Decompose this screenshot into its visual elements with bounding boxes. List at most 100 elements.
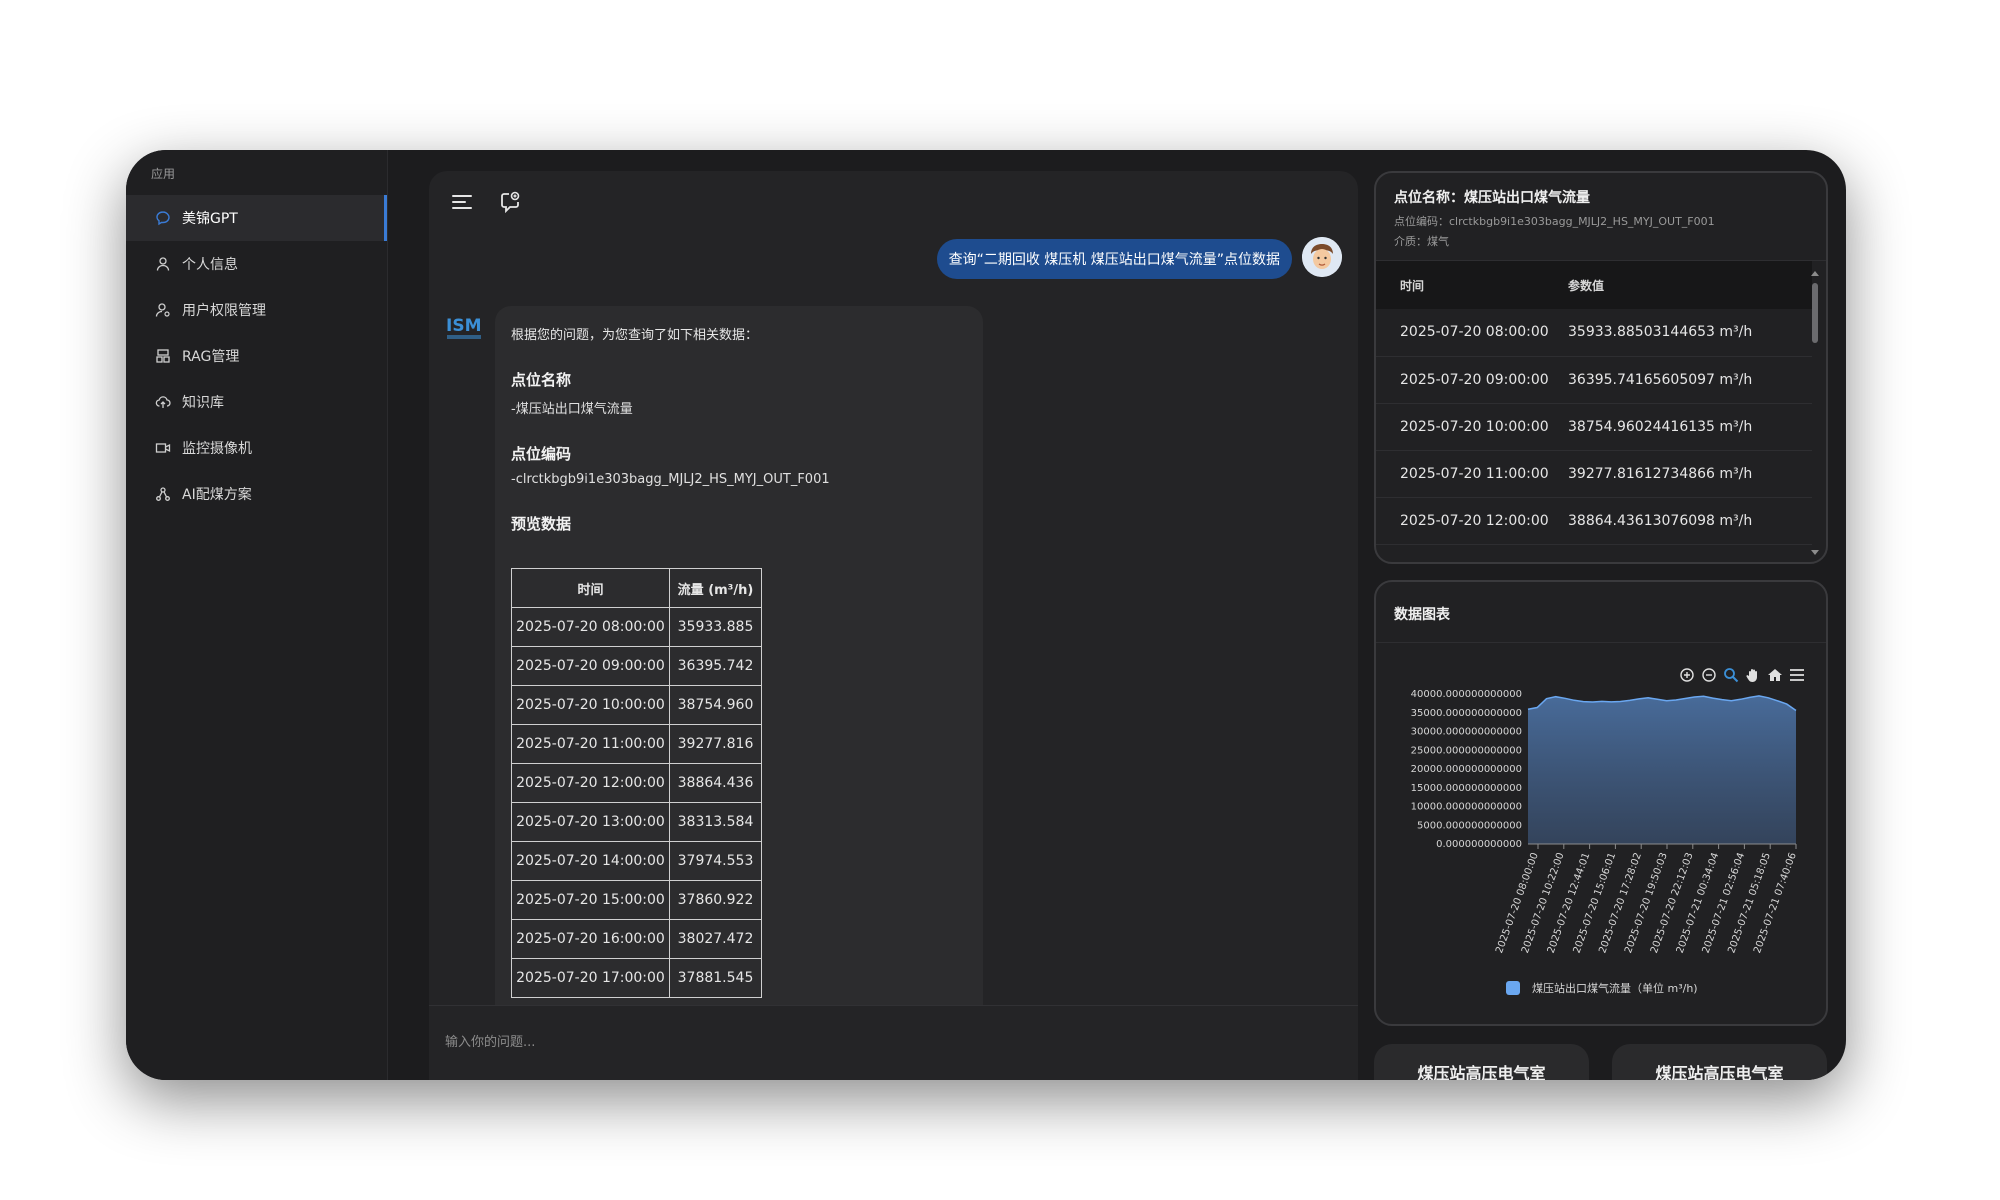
- sidebar-item-label: RAG管理: [182, 349, 240, 365]
- point-info-medium: 介质：煤气: [1394, 235, 1449, 248]
- table-row: 2025-07-20 14:00:00 37974.553: [511, 841, 762, 881]
- sidebar-item-label: 用户权限管理: [182, 303, 266, 319]
- sidebar-item-ai-coal-blending[interactable]: AI配煤方案: [126, 471, 387, 517]
- sidebar-item-label: AI配煤方案: [182, 487, 252, 503]
- series-area: [1528, 695, 1796, 844]
- cell-value: 38027.472: [669, 919, 762, 959]
- y-tick-label: 15000.000000000000: [1411, 783, 1522, 794]
- table-row: 2025-07-20 09:00:00 36395.74165605097 m³/…: [1376, 356, 1812, 404]
- new-chat-button[interactable]: [497, 189, 523, 215]
- room-button-1[interactable]: 煤压站高压电气室: [1374, 1044, 1589, 1080]
- user-icon: [154, 255, 172, 273]
- chat-icon: [154, 209, 172, 227]
- table-scrollbar[interactable]: [1810, 269, 1820, 557]
- cell-time: 2025-07-20 13:00:00: [511, 802, 670, 842]
- sidebar-item-label: 个人信息: [182, 257, 238, 273]
- legend-label: 煤压站出口煤气流量（单位 m³/h): [1532, 982, 1698, 995]
- table-header-time: 时间: [1376, 261, 1556, 309]
- table-row: 2025-07-20 12:00:00 38864.436: [511, 763, 762, 803]
- camera-icon: [154, 439, 172, 457]
- point-info-title: 点位名称：煤压站出口煤气流量: [1394, 190, 1590, 206]
- cell-value: 38864.43613076098 m³/h: [1556, 497, 1812, 545]
- y-tick-label: 30000.000000000000: [1411, 727, 1522, 738]
- y-tick-label: 35000.000000000000: [1411, 708, 1522, 719]
- point-info-header: 点位名称：煤压站出口煤气流量 点位编码：clrctkbgb9i1e303bagg…: [1376, 173, 1826, 261]
- point-name-value: -煤压站出口煤气流量: [511, 402, 633, 417]
- table-row: 2025-07-20 15:00:00 37860.922: [511, 880, 762, 920]
- assistant-message-bubble: 根据您的问题，为您查询了如下相关数据： 点位名称 -煤压站出口煤气流量 点位编码…: [495, 306, 983, 1066]
- y-tick-label: 20000.000000000000: [1411, 764, 1522, 775]
- sidebar-item-rag[interactable]: RAG管理: [126, 333, 387, 379]
- cell-time: 2025-07-20 09:00:00: [1376, 356, 1556, 404]
- room-button-2[interactable]: 煤压站高压电气室: [1612, 1044, 1827, 1080]
- cell-time: 2025-07-20 10:00:00: [511, 685, 670, 725]
- cell-time: 2025-07-20 14:00:00: [511, 841, 670, 881]
- sidebar-item-label: 知识库: [182, 395, 224, 411]
- divider: [1376, 642, 1826, 643]
- table-row: 2025-07-20 09:00:00 36395.742: [511, 646, 762, 686]
- cell-value: 37881.545: [669, 958, 762, 998]
- cell-time: 2025-07-20 11:00:00: [1376, 450, 1556, 498]
- table-row: 2025-07-20 08:00:00 35933.885: [511, 607, 762, 647]
- point-code-value: -clrctkbgb9i1e303bagg_MJLJ2_HS_MYJ_OUT_F…: [511, 472, 830, 487]
- sidebar-heading: 应用: [151, 167, 176, 181]
- cell-time: 2025-07-20 16:00:00: [511, 919, 670, 959]
- table-row: 2025-07-20 13:00:00 38313.584: [511, 802, 762, 842]
- cell-time: 2025-07-20 09:00:00: [511, 646, 670, 686]
- table-row: 2025-07-20 16:00:00 38027.472: [511, 919, 762, 959]
- table-header-flow: 流量 (m³/h): [669, 568, 762, 608]
- user-permission-icon: [154, 301, 172, 319]
- magnifier-icon: [1724, 668, 1739, 683]
- cell-value: 36395.74165605097 m³/h: [1556, 356, 1812, 404]
- menu-toggle-button[interactable]: [449, 189, 475, 215]
- svg-text:ISM: ISM: [446, 316, 482, 336]
- cloud-upload-icon: [154, 393, 172, 411]
- cell-value: 35933.885: [669, 607, 762, 647]
- data-chart-card: 数据图表 0.000000000000 5000.000000000000 1000…: [1374, 580, 1828, 1026]
- point-name-heading: 点位名称: [511, 371, 572, 389]
- table-row: 2025-07-20 17:00:00 37881.545: [511, 958, 762, 998]
- cell-value: 37974.553: [669, 841, 762, 881]
- table-row: 2025-07-20 10:00:00 38754.96024416135 m³/…: [1376, 403, 1812, 451]
- point-info-card: 点位名称：煤压站出口煤气流量 点位编码：clrctkbgb9i1e303bagg…: [1374, 171, 1828, 564]
- cell-time: 2025-07-20 15:00:00: [511, 880, 670, 920]
- chat-toolbar: [449, 189, 523, 215]
- table-row: 2025-07-20 11:00:00 39277.81612734866 m³/…: [1376, 450, 1812, 498]
- sidebar-item-knowledge-base[interactable]: 知识库: [126, 379, 387, 425]
- cell-value: 38313.584: [669, 802, 762, 842]
- chart-legend[interactable]: 煤压站出口煤气流量（单位 m³/h): [1506, 980, 1698, 996]
- chat-input[interactable]: [445, 1030, 1325, 1054]
- new-chat-icon: [501, 191, 520, 213]
- cell-value: 36395.742: [669, 646, 762, 686]
- sidebar-item-meijin-gpt[interactable]: 美锦GPT: [126, 195, 387, 241]
- y-tick-label: 40000.000000000000: [1411, 689, 1522, 700]
- menu-icon: [1790, 669, 1804, 681]
- chat-input-area: [429, 1005, 1358, 1080]
- cell-value: 38864.436: [669, 763, 762, 803]
- assistant-logo: ISM: [445, 311, 485, 345]
- point-code-heading: 点位编码: [511, 445, 572, 463]
- sidebar-item-user-permissions[interactable]: 用户权限管理: [126, 287, 387, 333]
- scroll-thumb[interactable]: [1812, 283, 1818, 343]
- cell-time: 2025-07-20 12:00:00: [511, 763, 670, 803]
- rag-icon: [154, 347, 172, 365]
- point-data-table: 时间 参数值 2025-07-20 08:00:00 35933.88503144…: [1376, 261, 1812, 545]
- table-row: 2025-07-20 11:00:00 39277.816: [511, 724, 762, 764]
- cell-time: 2025-07-20 08:00:00: [1376, 309, 1556, 357]
- point-info-code: 点位编码：clrctkbgb9i1e303bagg_MJLJ2_HS_MYJ_O…: [1394, 215, 1715, 228]
- scroll-down-icon[interactable]: [1810, 547, 1820, 557]
- flow-area-chart: 0.000000000000 5000.000000000000 10000.000…: [1411, 689, 1799, 955]
- user-message-bubble: 查询“二期回收 煤压机 煤压站出口煤气流量”点位数据: [936, 239, 1292, 279]
- y-tick-label: 25000.000000000000: [1411, 745, 1522, 756]
- chart-card-title: 数据图表: [1394, 607, 1450, 623]
- table-header-time: 时间: [511, 568, 670, 608]
- zoom-out-icon: [1702, 668, 1716, 682]
- network-icon: [154, 485, 172, 503]
- sidebar: 应用 美锦GPT 个人信息 用户权限管理 RAG管理 知识库 监控摄像机 AI配…: [126, 150, 388, 1080]
- pan-hand-icon: [1746, 669, 1757, 682]
- sidebar-item-camera[interactable]: 监控摄像机: [126, 425, 387, 471]
- sidebar-item-label: 监控摄像机: [182, 441, 252, 457]
- sidebar-item-profile[interactable]: 个人信息: [126, 241, 387, 287]
- scroll-up-icon[interactable]: [1810, 269, 1820, 279]
- y-tick-label: 0.000000000000: [1436, 839, 1522, 850]
